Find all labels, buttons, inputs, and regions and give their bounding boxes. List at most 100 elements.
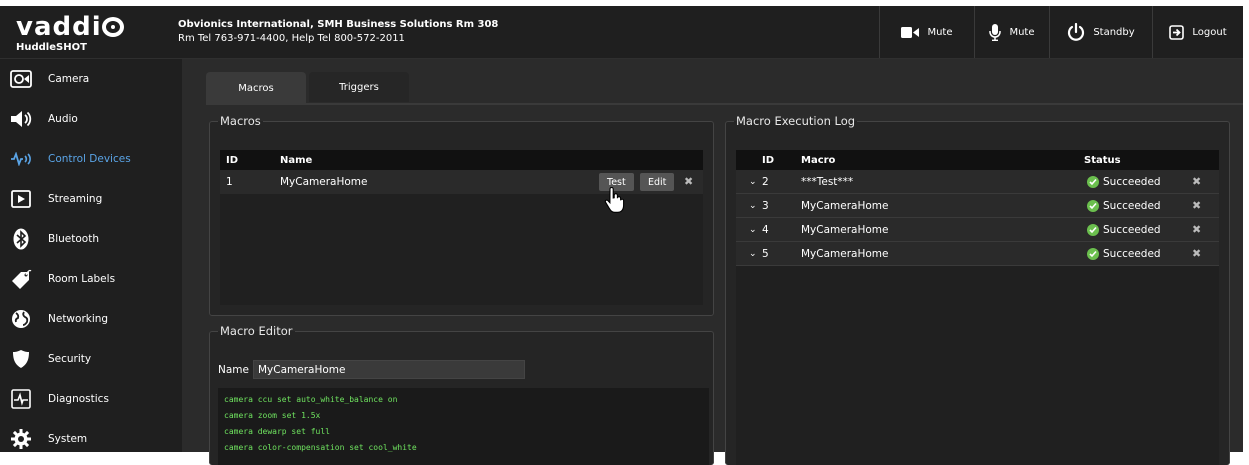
col-name: Name — [280, 154, 313, 166]
delete-log-icon[interactable]: ✖ — [1192, 175, 1201, 188]
sidebar-item-streaming[interactable]: Streaming — [0, 179, 182, 219]
signal-icon — [10, 148, 32, 170]
camera-icon — [10, 68, 32, 90]
macro-code-editor[interactable]: camera ccu set auto_white_balance on cam… — [218, 388, 709, 465]
tab-underline — [206, 103, 1243, 105]
sidebar-item-label: Control Devices — [48, 153, 131, 165]
sidebar-item-security[interactable]: Security — [0, 339, 182, 379]
check-circle-icon — [1087, 199, 1099, 212]
chevron-down-icon[interactable]: ⌄ — [749, 201, 757, 211]
code-line: camera ccu set auto_white_balance on — [224, 395, 398, 404]
logo-o-glyph — [101, 17, 124, 37]
chevron-down-icon[interactable]: ⌄ — [749, 249, 757, 259]
macro-name-row: Name MyCameraHome — [218, 360, 525, 379]
sidebar-item-label: Camera — [48, 73, 90, 85]
header-actions: Mute Mute Standby Logout — [879, 6, 1243, 58]
status-badge: Succeeded — [1087, 223, 1161, 236]
delete-log-icon[interactable]: ✖ — [1192, 199, 1201, 212]
macro-editor-panel: Macro Editor Name MyCameraHome camera cc… — [209, 324, 714, 465]
video-mute-button[interactable]: Mute — [879, 6, 974, 58]
pulse-icon — [10, 388, 32, 410]
sidebar-item-audio[interactable]: Audio — [0, 99, 182, 139]
macros-table-header: ID Name — [220, 150, 703, 170]
org-info: Obvionics International, SMH Business So… — [178, 18, 498, 46]
power-icon — [1067, 23, 1085, 41]
video-mute-label: Mute — [927, 26, 953, 38]
table-row[interactable]: ⌄ 2 ***Test*** Succeeded ✖ — [736, 170, 1219, 194]
macro-name: MyCameraHome — [280, 176, 368, 188]
status-badge: Succeeded — [1087, 175, 1161, 188]
hand-cursor-icon — [603, 186, 625, 216]
log-id: 5 — [762, 247, 769, 260]
macros-panel: Macros ID Name 1 MyCameraHome Test Edit … — [209, 114, 714, 316]
sidebar-item-camera[interactable]: Camera — [0, 59, 182, 99]
sidebar-item-label: Streaming — [48, 193, 103, 205]
logo-text: vaddi — [16, 12, 102, 42]
org-phones: Rm Tel 763-971-4400, Help Tel 800-572-20… — [178, 33, 405, 44]
chevron-down-icon[interactable]: ⌄ — [749, 177, 757, 187]
sidebar: Camera Audio Control Devices Streaming B… — [0, 59, 182, 452]
table-row[interactable]: ⌄ 5 MyCameraHome Succeeded ✖ — [736, 242, 1219, 266]
standby-label: Standby — [1093, 26, 1135, 38]
delete-macro-icon[interactable]: ✖ — [684, 175, 693, 188]
test-label: Test — [607, 176, 626, 188]
logout-label: Logout — [1192, 26, 1227, 38]
table-row[interactable]: 1 MyCameraHome Test Edit ✖ — [220, 170, 703, 213]
sidebar-item-control-devices[interactable]: Control Devices — [0, 139, 182, 179]
bluetooth-icon — [10, 228, 32, 250]
app-window: vaddi HuddleSHOT Obvionics International… — [0, 0, 1249, 465]
status-badge: Succeeded — [1087, 247, 1161, 260]
sidebar-item-label: Audio — [48, 113, 78, 125]
name-label: Name — [218, 363, 249, 376]
col-status: Status — [1084, 154, 1121, 166]
sidebar-item-label: Networking — [48, 313, 109, 325]
code-line: camera color-compensation set cool_white — [224, 443, 417, 452]
col-id: ID — [762, 154, 775, 166]
sidebar-item-diagnostics[interactable]: Diagnostics — [0, 379, 182, 419]
org-name: Obvionics International, SMH Business So… — [178, 19, 499, 30]
col-id: ID — [226, 154, 239, 166]
standby-button[interactable]: Standby — [1049, 6, 1152, 58]
sidebar-item-bluetooth[interactable]: Bluetooth — [0, 219, 182, 259]
table-row[interactable]: ⌄ 3 MyCameraHome Succeeded ✖ — [736, 194, 1219, 218]
editor-title: Macro Editor — [220, 324, 293, 338]
log-title: Macro Execution Log — [736, 114, 856, 128]
execution-log-panel: Macro Execution Log ID Macro Status ⌄ 2 … — [725, 114, 1230, 465]
check-circle-icon — [1087, 223, 1099, 236]
macros-table: ID Name 1 MyCameraHome Test Edit ✖ — [220, 150, 703, 305]
tab-triggers[interactable]: Triggers — [309, 72, 409, 102]
sidebar-item-label: Bluetooth — [48, 233, 99, 245]
speaker-icon — [10, 108, 32, 130]
edit-button[interactable]: Edit — [640, 173, 675, 191]
edit-label: Edit — [648, 176, 667, 188]
log-table-header: ID Macro Status — [736, 150, 1219, 170]
sidebar-item-room-labels[interactable]: Room Labels — [0, 259, 182, 299]
delete-log-icon[interactable]: ✖ — [1192, 223, 1201, 236]
macro-name-input[interactable]: MyCameraHome — [252, 360, 525, 379]
check-circle-icon — [1087, 175, 1099, 188]
code-line: camera zoom set 1.5x — [224, 411, 321, 420]
sidebar-item-networking[interactable]: Networking — [0, 299, 182, 339]
logout-button[interactable]: Logout — [1152, 6, 1243, 58]
code-line: camera dewarp set full — [224, 427, 330, 436]
sidebar-item-system[interactable]: System — [0, 419, 182, 459]
globe-icon — [10, 308, 32, 330]
log-id: 4 — [762, 223, 769, 236]
status-badge: Succeeded — [1087, 199, 1161, 212]
log-table: ID Macro Status ⌄ 2 ***Test*** Succeeded… — [736, 150, 1219, 465]
product-name: HuddleSHOT — [16, 42, 87, 53]
video-camera-icon — [901, 26, 920, 38]
tab-bar: Macros Triggers — [206, 72, 412, 105]
log-macro: MyCameraHome — [801, 247, 889, 260]
audio-mute-button[interactable]: Mute — [974, 6, 1049, 58]
shield-icon — [10, 348, 32, 370]
sidebar-item-label: Security — [48, 353, 92, 365]
sidebar-item-label: Room Labels — [48, 273, 116, 285]
delete-log-icon[interactable]: ✖ — [1192, 247, 1201, 260]
table-row[interactable]: ⌄ 4 MyCameraHome Succeeded ✖ — [736, 218, 1219, 242]
tab-macros[interactable]: Macros — [206, 72, 306, 105]
tab-label: Triggers — [339, 81, 379, 93]
log-id: 3 — [762, 199, 769, 212]
chevron-down-icon[interactable]: ⌄ — [749, 225, 757, 235]
logout-icon — [1169, 24, 1185, 40]
